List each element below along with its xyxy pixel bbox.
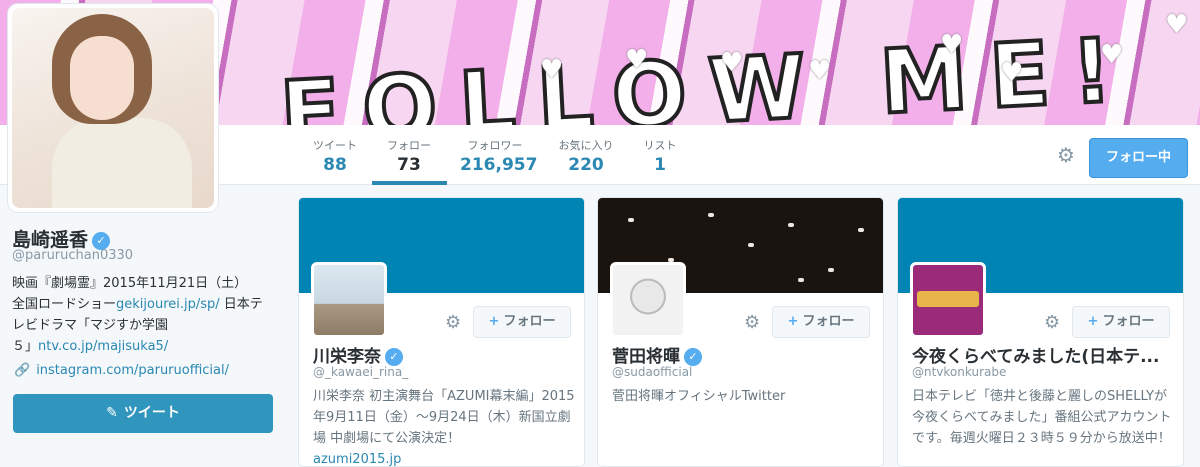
nav-followers[interactable]: フォロワー 216,957: [460, 137, 538, 175]
user-card[interactable]: ⚙ + フォロー 菅田将暉 ✓ @sudaofficial 菅田将暉オフィシャルTw…: [597, 197, 884, 467]
nav-label: ツイート: [313, 139, 357, 152]
nav-value: 88: [323, 155, 347, 175]
heart-icon: ♥: [1100, 40, 1124, 70]
heart-icon: ♥: [1165, 10, 1189, 40]
add-user-icon: +: [787, 314, 799, 329]
verified-icon: ✓: [684, 348, 702, 366]
card-bio: 菅田将暉オフィシャルTwitter: [612, 386, 874, 407]
nav-label: リスト: [643, 139, 677, 152]
profile-avatar[interactable]: [8, 4, 218, 212]
bio-line: レビドラマ「マジすか学園: [12, 318, 169, 333]
card-avatar[interactable]: [910, 262, 986, 338]
heart-icon: ♥: [540, 55, 564, 85]
user-card[interactable]: ⚙ + フォロー 川栄李奈 ✓ @_kawaei_rina_ 川栄李奈 初主演舞台「…: [298, 197, 585, 467]
follow-label: フォロー: [503, 314, 556, 329]
card-name[interactable]: 今夜くらべてみました(日本テ...: [912, 342, 1178, 367]
heart-icon: ♥: [720, 48, 744, 78]
nav-following[interactable]: フォロー 73: [384, 137, 434, 175]
follow-label: フォロー: [802, 314, 855, 329]
user-card[interactable]: ⚙ + フォロー 今夜くらべてみました(日本テ... @ntvkonkurabe …: [897, 197, 1184, 467]
nav-value: 73: [397, 155, 421, 175]
heart-icon: ♥: [808, 56, 832, 86]
profile-handle[interactable]: @paruruchan0330: [12, 248, 133, 263]
card-bio: 川栄李奈 初主演舞台「AZUMI幕末編」2015年9月11日（金）～9月24日（…: [313, 386, 575, 466]
link-icon: 🔗: [14, 363, 31, 378]
heart-icon: ♥: [1000, 58, 1024, 88]
bio-line: 全国ロードショーgekijourei.jp/sp/ 日本テ: [12, 294, 284, 315]
bio-link-gekijourei[interactable]: gekijourei.jp/sp/: [116, 297, 220, 312]
bio-text: 全国ロードショー: [12, 297, 117, 312]
nav-label: フォロー: [387, 139, 431, 152]
card-name-text: 菅田将暉: [612, 347, 680, 367]
card-bio-text: 菅田将暉オフィシャルTwitter: [612, 389, 786, 404]
follow-label: フォロー: [1102, 314, 1155, 329]
card-name[interactable]: 川栄李奈 ✓: [313, 342, 579, 367]
bio-line: ５」ntv.co.jp/majisuka5/: [12, 336, 284, 357]
card-bio-link[interactable]: azumi2015.jp: [313, 452, 401, 466]
card-avatar[interactable]: [311, 262, 387, 338]
follow-button[interactable]: + フォロー: [772, 306, 870, 338]
card-name[interactable]: 菅田将暉 ✓: [612, 342, 878, 367]
gear-icon[interactable]: ⚙: [1044, 312, 1060, 333]
card-handle[interactable]: @sudaofficial: [612, 365, 692, 379]
add-user-icon: +: [488, 314, 500, 329]
card-name-text: 川栄李奈: [313, 347, 381, 367]
nav-value: 216,957: [460, 155, 538, 175]
nav-value: 220: [568, 155, 604, 175]
gear-icon[interactable]: ⚙: [445, 312, 461, 333]
bio-text: 日本テ: [219, 297, 263, 312]
avatar-image: [12, 8, 214, 208]
nav-value: 1: [654, 155, 666, 175]
card-handle[interactable]: @_kawaei_rina_: [313, 365, 408, 379]
verified-icon: ✓: [385, 348, 403, 366]
profile-website[interactable]: 🔗 instagram.com/paruruofficial/: [14, 363, 229, 378]
following-button[interactable]: フォロー中: [1089, 138, 1188, 178]
card-bio: 日本テレビ「徳井と後藤と麗しのSHELLYが今夜くらべてみました」番組公式アカウ…: [912, 386, 1174, 449]
gear-icon[interactable]: ⚙: [1057, 145, 1077, 165]
website-link[interactable]: instagram.com/paruruofficial/: [36, 363, 229, 378]
follow-button[interactable]: + フォロー: [1072, 306, 1170, 338]
nav-active-indicator: [372, 181, 447, 185]
card-avatar[interactable]: [610, 262, 686, 338]
bio-line: 映画『劇場霊』2015年11月21日（土）: [12, 276, 248, 291]
bio-link-ntv[interactable]: ntv.co.jp/majisuka5/: [38, 339, 168, 354]
nav-lists[interactable]: リスト 1: [640, 137, 680, 175]
heart-icon: ♥: [940, 30, 964, 60]
bio-text: ５」: [12, 339, 39, 354]
tweet-button-label: ツイート: [123, 405, 180, 421]
nav-favorites[interactable]: お気に入り 220: [556, 137, 616, 175]
profile-bio: 映画『劇場霊』2015年11月21日（土） 全国ロードショーgekijourei…: [12, 273, 284, 357]
card-handle[interactable]: @ntvkonkurabe: [912, 365, 1006, 379]
nav-tweets[interactable]: ツイート 88: [312, 137, 358, 175]
add-user-icon: +: [1087, 314, 1099, 329]
heart-icon: ♥: [625, 45, 649, 75]
compose-icon: ✎: [106, 405, 118, 421]
nav-label: お気に入り: [558, 139, 614, 152]
nav-label: フォロワー: [467, 139, 523, 152]
follow-button[interactable]: + フォロー: [473, 306, 571, 338]
tweet-button[interactable]: ✎ ツイート: [13, 394, 273, 433]
card-bio-text: 日本テレビ「徳井と後藤と麗しのSHELLYが今夜くらべてみました」番組公式アカウ…: [912, 389, 1172, 446]
gear-icon[interactable]: ⚙: [744, 312, 760, 333]
card-bio-text: 川栄李奈 初主演舞台「AZUMI幕末編」2015年9月11日（金）～9月24日（…: [313, 389, 575, 446]
